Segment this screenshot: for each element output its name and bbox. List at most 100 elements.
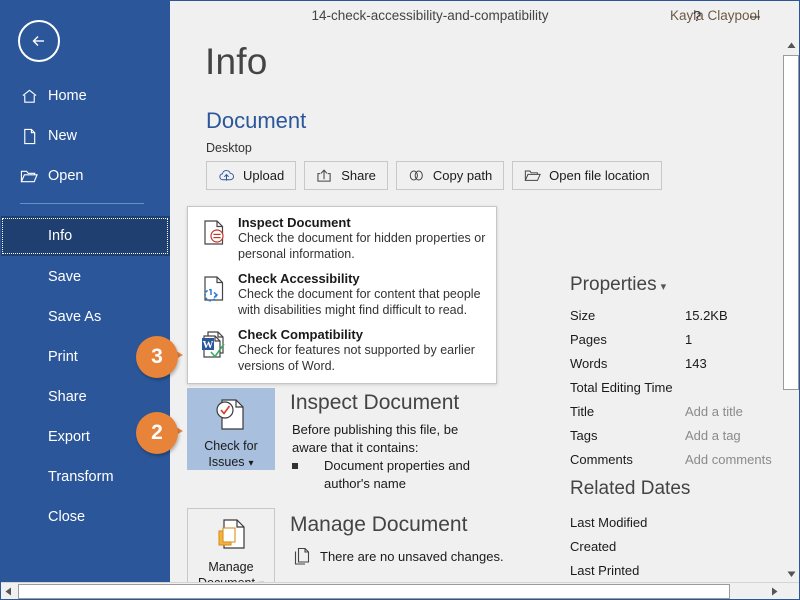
- sidebar-item-close[interactable]: Close: [0, 497, 170, 537]
- sidebar-item-open[interactable]: Open: [0, 156, 170, 196]
- chevron-down-icon: ▾: [661, 281, 667, 293]
- check-for-issues-dropdown-menu: Inspect Document Check the document for …: [187, 206, 497, 384]
- page-icon: [20, 127, 38, 145]
- manage-document-note: There are no unsaved changes.: [292, 546, 504, 566]
- help-button[interactable]: ?: [680, 0, 714, 33]
- scrollbar-corner: [783, 583, 800, 600]
- properties-heading-label: Properties: [570, 274, 657, 295]
- sidebar-item-label: Export: [48, 429, 90, 445]
- vertical-scrollbar-thumb[interactable]: [783, 55, 799, 390]
- upload-cloud-icon: [218, 167, 235, 184]
- sidebar-item-share[interactable]: Share: [0, 377, 170, 417]
- sidebar-item-transform[interactable]: Transform: [0, 457, 170, 497]
- horizontal-scrollbar[interactable]: [0, 582, 800, 600]
- property-key: Pages: [570, 332, 607, 347]
- property-key: Comments: [570, 452, 633, 467]
- date-key: Last Modified: [570, 515, 647, 530]
- property-row-title: Title Add a title: [570, 404, 770, 426]
- document-title-text: 14-check-accessibility-and-compatibility: [270, 8, 590, 23]
- manage-document-label: Manage Document▾: [198, 559, 264, 583]
- minimize-icon: [749, 11, 761, 23]
- sidebar-item-home[interactable]: Home: [0, 76, 170, 116]
- horizontal-scrollbar-thumb[interactable]: [18, 584, 730, 599]
- menu-item-check-compatibility[interactable]: W Check Compatibility Check for features…: [188, 325, 498, 381]
- manage-document-note-text: There are no unsaved changes.: [320, 549, 504, 564]
- property-value: 143: [685, 356, 707, 371]
- date-key: Last Printed: [570, 563, 639, 578]
- sidebar-item-label: Share: [48, 389, 87, 405]
- inspect-document-bullet-text: Document properties and author's name: [324, 457, 504, 493]
- minimize-button[interactable]: [732, 0, 778, 33]
- sidebar-item-info[interactable]: Info: [0, 216, 170, 256]
- page-title: Info: [205, 41, 268, 83]
- date-row-last-printed: Last Printed: [570, 562, 770, 583]
- share-icon: [316, 167, 333, 184]
- properties-heading[interactable]: Properties ▾: [570, 274, 666, 296]
- property-key: Words: [570, 356, 607, 371]
- triangle-down-icon: [787, 571, 796, 578]
- back-arrow-icon: [29, 31, 49, 51]
- link-icon: [408, 167, 425, 184]
- manage-document-button[interactable]: Manage Document▾: [187, 508, 275, 583]
- menu-item-title: Check Accessibility: [238, 269, 490, 287]
- date-row-last-modified: Last Modified: [570, 514, 770, 536]
- sidebar-item-label: Home: [48, 88, 87, 104]
- menu-item-check-accessibility[interactable]: Check Accessibility Check the document f…: [188, 269, 498, 325]
- share-button[interactable]: Share: [304, 161, 388, 190]
- file-actions-toolbar: Upload Share: [206, 161, 670, 190]
- scroll-right-button[interactable]: [766, 583, 783, 600]
- sidebar-item-label: Close: [48, 509, 85, 525]
- date-row-created: Created: [570, 538, 770, 560]
- property-row-comments: Comments Add comments: [570, 452, 770, 474]
- copy-path-button[interactable]: Copy path: [396, 161, 504, 190]
- help-icon: ?: [693, 8, 701, 25]
- menu-item-description: Check the document for hidden properties…: [238, 231, 490, 262]
- property-row-total-editing-time: Total Editing Time: [570, 380, 770, 402]
- vertical-scrollbar[interactable]: [782, 36, 800, 583]
- back-button[interactable]: [18, 20, 60, 62]
- property-key: Total Editing Time: [570, 380, 673, 395]
- scroll-up-button[interactable]: [782, 36, 800, 54]
- property-value-tags-input[interactable]: Add a tag: [685, 428, 741, 443]
- backstage-sidebar: Home New Open Info: [0, 0, 170, 583]
- bullet-square-icon: [292, 463, 298, 469]
- property-value-comments-input[interactable]: Add comments: [685, 452, 772, 467]
- check-accessibility-icon: [198, 273, 230, 305]
- property-key: Title: [570, 404, 594, 419]
- scroll-left-button[interactable]: [0, 583, 17, 600]
- property-row-pages: Pages 1: [570, 332, 770, 354]
- sidebar-item-label: Save: [48, 269, 81, 285]
- maximize-button[interactable]: [796, 0, 800, 33]
- property-row-size: Size 15.2KB: [570, 308, 770, 330]
- check-for-issues-button[interactable]: Check for Issues▾: [187, 388, 275, 470]
- open-file-location-button[interactable]: Open file location: [512, 161, 661, 190]
- upload-button[interactable]: Upload: [206, 161, 296, 190]
- copy-path-button-label: Copy path: [433, 168, 492, 183]
- sidebar-item-save-as[interactable]: Save As: [0, 297, 170, 337]
- sidebar-item-label: Info: [48, 228, 72, 244]
- scroll-down-button[interactable]: [782, 565, 800, 583]
- inspect-document-icon: [198, 217, 230, 249]
- sidebar-item-new[interactable]: New: [0, 116, 170, 156]
- triangle-right-icon: [771, 587, 778, 596]
- menu-item-inspect-document[interactable]: Inspect Document Check the document for …: [188, 213, 498, 269]
- property-value: 1: [685, 332, 692, 347]
- menu-item-title: Inspect Document: [238, 213, 490, 231]
- manage-document-heading: Manage Document: [290, 513, 467, 537]
- triangle-up-icon: [787, 42, 796, 49]
- document-location-path: Desktop: [206, 141, 252, 155]
- word-backstage-info-screen: 14-check-accessibility-and-compatibility…: [0, 0, 800, 600]
- inspect-document-bullet: Document properties and author's name: [292, 457, 512, 497]
- callout-number: 2: [136, 412, 178, 454]
- inspect-document-body: Before publishing this file, be aware th…: [292, 421, 492, 457]
- folder-open-icon: [524, 167, 541, 184]
- sidebar-item-label: Print: [48, 349, 78, 365]
- menu-item-title: Check Compatibility: [238, 325, 490, 343]
- property-value-title-input[interactable]: Add a title: [685, 404, 743, 419]
- sidebar-item-save[interactable]: Save: [0, 257, 170, 297]
- property-key: Tags: [570, 428, 597, 443]
- sidebar-divider: [20, 203, 144, 204]
- share-button-label: Share: [341, 168, 376, 183]
- check-compatibility-icon: W: [198, 329, 230, 361]
- related-dates-heading: Related Dates: [570, 478, 690, 500]
